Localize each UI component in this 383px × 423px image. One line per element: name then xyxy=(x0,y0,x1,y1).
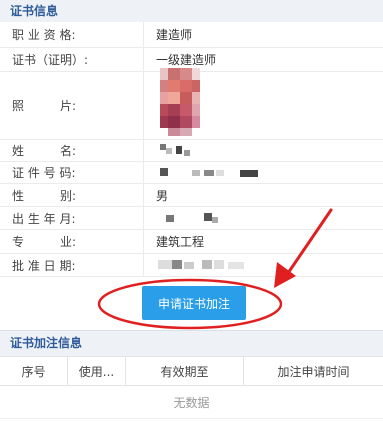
endorsement-table-header: 序号 使用... 有效期至 加注申请时间 xyxy=(0,356,383,386)
row-value: 建筑工程 xyxy=(156,235,205,249)
row-label: 职 业 资 格: xyxy=(12,28,76,42)
column-divider xyxy=(143,140,144,161)
row-gender: 性 别: 男 xyxy=(0,184,383,207)
column-divider xyxy=(143,22,144,47)
pixelated-approval-date xyxy=(158,258,248,272)
row-label: 性 别: xyxy=(12,188,77,203)
cert-info-header: 证书信息 xyxy=(0,0,383,22)
row-label: 证书（证明）: xyxy=(12,53,89,67)
endorsement-section: 证书加注信息 xyxy=(0,331,383,356)
column-header-apply-time: 加注申请时间 xyxy=(277,364,350,379)
pixelated-id xyxy=(160,166,270,180)
row-value: 建造师 xyxy=(156,28,193,42)
row-approval-date: 批 准 日 期: xyxy=(0,254,383,277)
row-value: 男 xyxy=(156,188,169,203)
pixelated-name xyxy=(160,142,200,160)
row-label: 照 片: xyxy=(12,99,77,113)
column-divider xyxy=(143,230,144,253)
column-divider xyxy=(143,254,144,276)
row-label: 专 业: xyxy=(12,235,77,249)
column-divider xyxy=(143,184,144,206)
row-label: 姓 名: xyxy=(12,144,77,158)
column-divider xyxy=(143,162,144,183)
column-header-usage: 使用... xyxy=(68,357,126,385)
row-label: 出 生 年 月: xyxy=(12,211,76,226)
row-id-number: 证 件 号 码: xyxy=(0,162,383,184)
row-photo: 照 片: xyxy=(0,68,383,140)
column-divider xyxy=(143,48,144,71)
column-divider xyxy=(143,207,144,229)
endorsement-header: 证书加注信息 xyxy=(0,331,383,356)
column-header-valid-until: 有效期至 xyxy=(126,357,244,385)
row-occupation: 职 业 资 格: 建造师 xyxy=(0,22,383,48)
column-header-index: 序号 xyxy=(0,357,68,385)
row-name: 姓 名: xyxy=(0,140,383,162)
pixelated-birth-date xyxy=(160,211,230,225)
row-birth-date: 出 生 年 月: xyxy=(0,207,383,230)
column-divider xyxy=(143,72,144,139)
row-major: 专 业: 建筑工程 xyxy=(0,230,383,254)
row-label: 批 准 日 期: xyxy=(12,258,76,273)
apply-endorsement-button[interactable]: 申请证书加注 xyxy=(142,286,246,320)
empty-data-message: 无数据 xyxy=(0,386,383,419)
pixelated-photo xyxy=(160,68,208,138)
row-label: 证 件 号 码: xyxy=(12,166,76,180)
